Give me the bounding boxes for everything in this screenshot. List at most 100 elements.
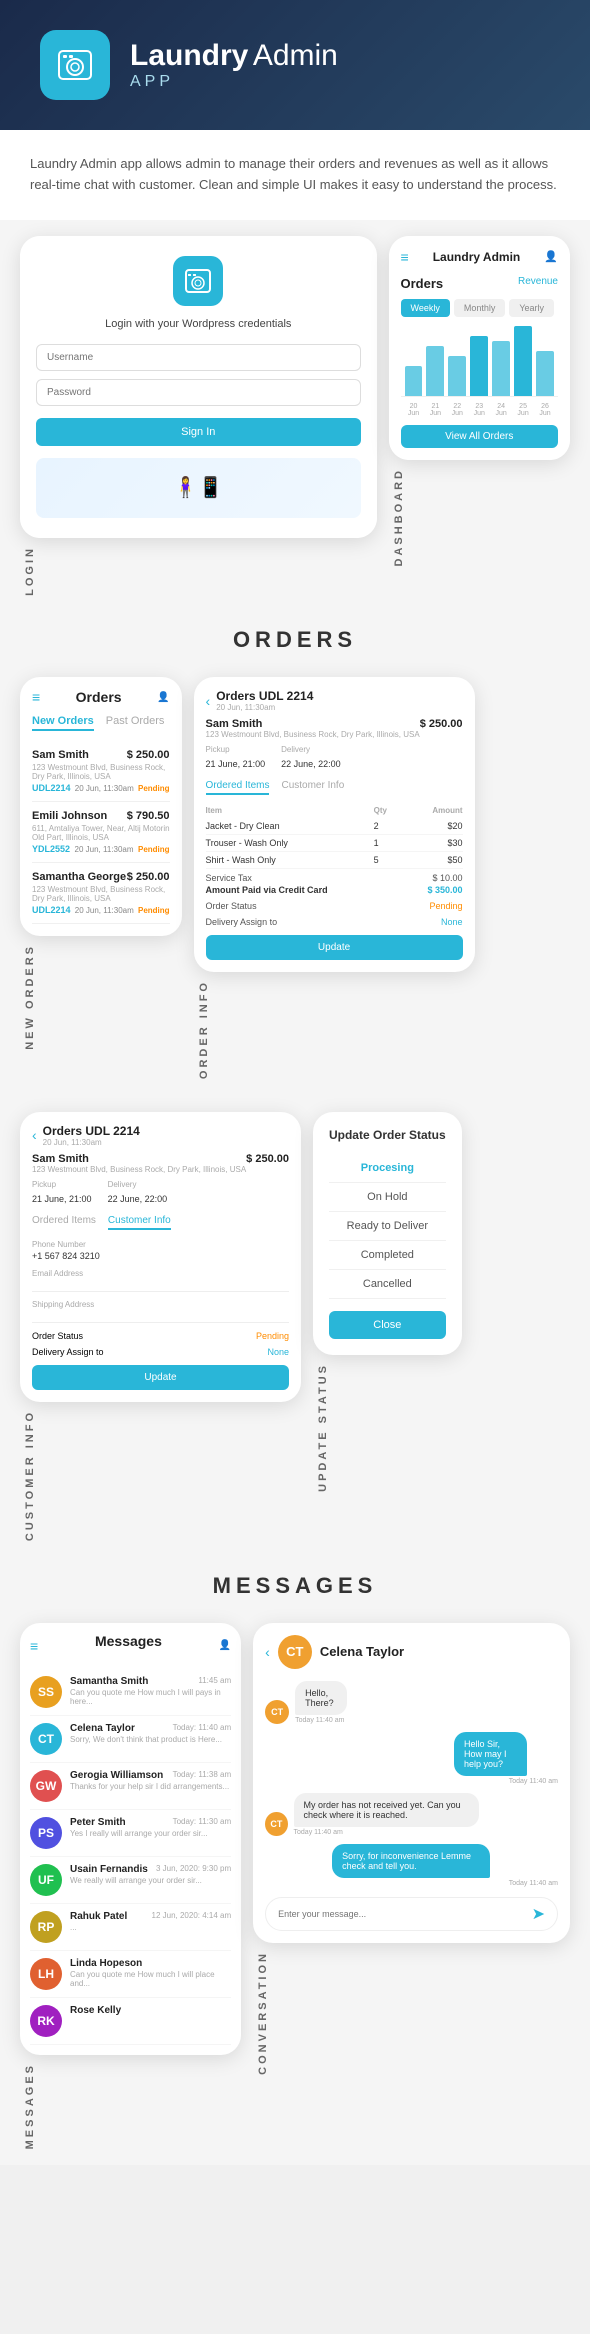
orders-label: Orders: [401, 276, 444, 291]
title-light: Admin: [253, 39, 338, 72]
signin-button[interactable]: Sign In: [36, 418, 361, 446]
order-status-label: Order Status: [206, 901, 257, 911]
msg-content-celena: Celena Taylor Today: 11:40 am Sorry, We …: [70, 1723, 231, 1744]
avatar-peter: PS: [30, 1817, 62, 1849]
order-status-1: Pending: [138, 784, 170, 793]
orders-tabs: New Orders Past Orders: [32, 715, 170, 731]
orders-section-title: ORDERS: [0, 627, 590, 653]
tab-yearly[interactable]: Yearly: [509, 299, 554, 317]
col-item: Item: [206, 803, 374, 818]
msg-item-linda[interactable]: LH Linda Hopeson Can you quote me How mu…: [30, 1951, 231, 1998]
order-item-2[interactable]: Emili Johnson $ 790.50 611, Amtaliya Tow…: [32, 802, 170, 863]
customer-update-row: ‹ Orders UDL 2214 20 Jun, 11:30am Sam Sm…: [0, 1096, 590, 1557]
delivery-assign-row: Delivery Assign to None: [206, 917, 463, 927]
conversation-phone: ‹ CT Celena Taylor CT Hello, There? Toda…: [253, 1623, 570, 1943]
tab-past-orders[interactable]: Past Orders: [106, 715, 165, 731]
close-button[interactable]: Close: [329, 1311, 446, 1339]
messages-menu-icon[interactable]: ≡: [30, 1638, 38, 1654]
status-option-onhold[interactable]: On Hold: [329, 1183, 446, 1212]
msg-item-samantha[interactable]: SS Samantha Smith 11:45 am Can you quote…: [30, 1669, 231, 1716]
shipping-field: Shipping Address: [32, 1300, 289, 1323]
login-logo-icon: [173, 256, 223, 306]
bubble-avatar-1: CT: [265, 1700, 289, 1724]
login-screen: Login with your Wordpress credentials Si…: [20, 236, 377, 538]
update-status-label: UPDATE STATUS: [313, 1363, 333, 1492]
msg-item-rahuk[interactable]: RP Rahuk Patel 12 Jun, 2020: 4:14 am ...: [30, 1904, 231, 1951]
order-item-1[interactable]: Sam Smith $ 250.00 123 Westmount Blvd, B…: [32, 741, 170, 802]
msg-item-usain[interactable]: UF Usain Fernandis 3 Jun, 2020: 9:30 pm …: [30, 1857, 231, 1904]
bubble-group-2: Hello Sir,How may I help you? Today 11:4…: [265, 1732, 558, 1785]
msg-item-peter[interactable]: PS Peter Smith Today: 11:30 am Yes I rea…: [30, 1810, 231, 1857]
order-date-1: 20 Jun, 11:30am: [75, 784, 134, 793]
tab-ordered-items[interactable]: Ordered Items: [206, 780, 270, 795]
tab-customer-ci[interactable]: Customer Info: [108, 1215, 171, 1230]
send-button[interactable]: ➤: [532, 1904, 545, 1924]
pickup-item: Pickup 21 June, 21:00: [206, 745, 266, 772]
msg-time-rahuk: 12 Jun, 2020: 4:14 am: [152, 1911, 232, 1922]
update-button-ci[interactable]: Update: [32, 1365, 289, 1390]
email-label: Email Address: [32, 1269, 289, 1278]
status-option-processing[interactable]: Procesing: [329, 1154, 446, 1183]
order-id-2: YDL2552: [32, 844, 70, 854]
order-item-3[interactable]: Samantha George $ 250.00 123 Westmount B…: [32, 863, 170, 924]
phone-field: Phone Number +1 567 824 3210: [32, 1240, 289, 1261]
item-row-1: Jacket - Dry Clean 2 $20: [206, 818, 463, 835]
view-all-button[interactable]: View All Orders: [401, 425, 559, 448]
washer-icon: [55, 45, 95, 85]
status-option-cancelled[interactable]: Cancelled: [329, 1270, 446, 1299]
password-input[interactable]: [36, 379, 361, 406]
order-status-2: Pending: [138, 845, 170, 854]
back-button[interactable]: ‹: [206, 693, 211, 709]
ci-pickup: Pickup 21 June, 21:00: [32, 1180, 92, 1207]
ci-order-title: Orders UDL 2214: [43, 1124, 140, 1138]
conv-contact-name: Celena Taylor: [320, 1644, 404, 1659]
bubble-group-4: Sorry, for inconvenience Lemme check and…: [265, 1844, 558, 1887]
msg-content-usain: Usain Fernandis 3 Jun, 2020: 9:30 pm We …: [70, 1864, 231, 1885]
bubble-row-left-3: CT My order has not received yet. Can yo…: [265, 1793, 558, 1836]
order-top-2: Emili Johnson $ 790.50: [32, 810, 170, 822]
bubble-group-1: CT Hello, There? Today 11:40 am: [265, 1681, 558, 1724]
tab-weekly[interactable]: Weekly: [401, 299, 450, 317]
tab-monthly[interactable]: Monthly: [454, 299, 506, 317]
update-status-screen: Update Order Status Procesing On Hold Re…: [313, 1112, 462, 1355]
msg-name-celena: Celena Taylor: [70, 1723, 135, 1734]
msg-time-samantha: 11:45 am: [198, 1676, 231, 1687]
msg-name-row-rose: Rose Kelly: [70, 2005, 231, 2016]
order-bottom-1: UDL2214 20 Jun, 11:30am Pending: [32, 783, 170, 793]
status-option-completed[interactable]: Completed: [329, 1241, 446, 1270]
msg-item-gerogia[interactable]: GW Gerogia Williamson Today: 11:38 am Th…: [30, 1763, 231, 1810]
order-info-title-group: Orders UDL 2214 20 Jun, 11:30am: [216, 689, 313, 712]
dashboard-header: ≡ Laundry Admin 👤: [401, 248, 559, 266]
username-input[interactable]: [36, 344, 361, 371]
item-amount-2: $30: [401, 835, 463, 852]
service-tax-value: $ 10.00: [433, 873, 463, 883]
messages-header: ≡ Messages 👤: [30, 1633, 231, 1659]
order-id-1: UDL2214: [32, 783, 71, 793]
menu-icon[interactable]: ≡: [401, 249, 409, 265]
dashboard-title: Laundry Admin: [433, 250, 521, 264]
bar-2: [426, 346, 444, 396]
message-input[interactable]: [278, 1909, 523, 1919]
msg-name-row-samantha: Samantha Smith 11:45 am: [70, 1676, 231, 1687]
ci-order-status-label: Order Status: [32, 1331, 83, 1341]
bubble-time-3: Today 11:40 am: [294, 1829, 558, 1836]
bubble-text-1: Hello, There?: [295, 1681, 347, 1715]
order-id-3: UDL2214: [32, 905, 71, 915]
bubble-avatar-3: CT: [265, 1812, 287, 1836]
tab-ordered-ci[interactable]: Ordered Items: [32, 1215, 96, 1230]
update-status-phone: Update Order Status Procesing On Hold Re…: [313, 1112, 462, 1355]
orders-menu-icon[interactable]: ≡: [32, 689, 40, 705]
update-button-oi[interactable]: Update: [206, 935, 463, 960]
conv-back-button[interactable]: ‹: [265, 1644, 270, 1660]
ci-back-button[interactable]: ‹: [32, 1127, 37, 1143]
status-option-ready[interactable]: Ready to Deliver: [329, 1212, 446, 1241]
order-status-3: Pending: [138, 906, 170, 915]
msg-item-rose[interactable]: RK Rose Kelly: [30, 1998, 231, 2045]
msg-item-celena[interactable]: CT Celena Taylor Today: 11:40 am Sorry, …: [30, 1716, 231, 1763]
label-6: 25 Jun: [514, 403, 532, 417]
tab-new-orders[interactable]: New Orders: [32, 715, 94, 731]
tab-customer-info-oi[interactable]: Customer Info: [281, 780, 344, 795]
order-name-3: Samantha George: [32, 871, 126, 883]
ci-delivery-assign-label: Delivery Assign to: [32, 1347, 104, 1357]
msg-time-usain: 3 Jun, 2020: 9:30 pm: [156, 1864, 231, 1875]
